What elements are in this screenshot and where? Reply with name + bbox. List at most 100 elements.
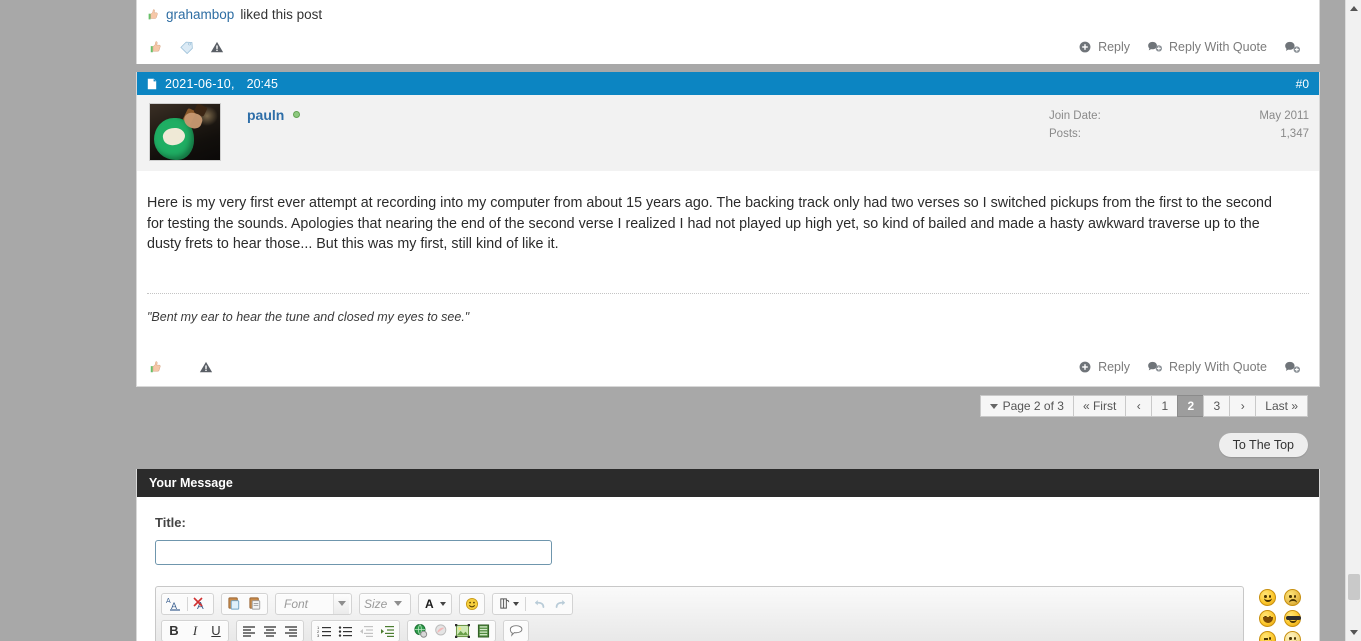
redo-icon[interactable] — [550, 595, 570, 613]
italic-icon[interactable]: I — [185, 622, 205, 640]
post-icon — [147, 78, 157, 90]
underline-icon[interactable]: U — [206, 622, 226, 640]
paste-from-word-icon[interactable] — [245, 595, 265, 613]
insert-quote-icon[interactable] — [506, 622, 526, 640]
multiquote-icon — [1284, 40, 1301, 55]
online-status-icon — [292, 111, 300, 118]
author-stats: Join Date: May 2011 Posts: 1,347 — [1049, 103, 1309, 161]
emoji-cool[interactable] — [1284, 610, 1301, 627]
author-block: pauln — [247, 103, 300, 161]
prev-page-button[interactable]: ‹ — [1125, 395, 1152, 417]
page-button-1[interactable]: 1 — [1151, 395, 1178, 417]
stat-row: Posts: 1,347 — [1049, 125, 1309, 143]
post-header: 2021-06-10, 20:45 #0 — [137, 72, 1319, 95]
font-dropdown-label: Font — [284, 596, 309, 611]
scrollbar-thumb[interactable] — [1348, 574, 1360, 600]
last-page-button[interactable]: Last » — [1255, 395, 1308, 417]
emoji-pale-smile[interactable] — [1284, 631, 1301, 641]
quote-icon — [1147, 40, 1163, 54]
paste-icon[interactable] — [224, 595, 244, 613]
report-icon[interactable] — [199, 360, 213, 374]
insert-link-icon[interactable] — [410, 622, 430, 640]
your-message-header: Your Message — [137, 469, 1319, 497]
emoji-grin[interactable] — [1259, 610, 1276, 627]
outdent-icon[interactable] — [356, 622, 376, 640]
unlink-icon[interactable] — [431, 622, 451, 640]
post-time: 20:45 — [246, 76, 278, 91]
pagination: Page 2 of 3 « First ‹ 1 2 3 › Last » — [979, 395, 1308, 417]
first-page-button[interactable]: « First — [1072, 395, 1126, 417]
chevron-down-icon — [391, 594, 405, 614]
align-center-icon[interactable] — [260, 622, 280, 640]
post-number[interactable]: #0 — [1296, 77, 1309, 91]
your-message-panel: Your Message Title: A A A Font Size A B … — [136, 469, 1320, 641]
page-root: grahambop liked this post Reply Reply Wi… — [0, 0, 1361, 641]
text-color-icon[interactable]: A — [421, 595, 449, 613]
switch-editor-mode-icon[interactable]: A A — [164, 595, 184, 613]
reply-with-quote-button[interactable]: Reply With Quote — [1147, 40, 1267, 54]
reply-button[interactable]: Reply — [1078, 40, 1130, 54]
multiquote-button[interactable] — [1284, 360, 1301, 375]
editor-group-insert — [407, 619, 496, 641]
reply-label: Reply — [1098, 40, 1131, 54]
like-notice-text: liked this post — [240, 6, 323, 22]
indent-icon[interactable] — [377, 622, 397, 640]
undo-icon[interactable] — [529, 595, 549, 613]
pagination-wrapper: Page 2 of 3 « First ‹ 1 2 3 › Last » — [136, 387, 1320, 417]
editor-group-basic-format: B I U — [161, 619, 229, 641]
reply-button[interactable]: Reply — [1078, 360, 1130, 374]
editor-group-quote — [503, 619, 529, 641]
editor-group-paste — [221, 592, 268, 615]
size-dropdown-label: Size — [364, 596, 388, 611]
unordered-list-icon[interactable] — [335, 622, 355, 640]
multiquote-button[interactable] — [1284, 40, 1301, 55]
author-username[interactable]: pauln — [247, 107, 284, 123]
remove-formatting-icon[interactable]: A — [191, 595, 211, 613]
quote-icon — [1147, 360, 1163, 374]
insert-video-icon[interactable] — [473, 622, 493, 640]
like-icon[interactable] — [149, 40, 163, 54]
emoji-smile[interactable] — [1259, 589, 1276, 606]
svg-text:3: 3 — [317, 633, 320, 637]
post-signature: "Bent my ear to hear the tune and closed… — [147, 310, 470, 324]
next-page-button[interactable]: › — [1229, 395, 1256, 417]
font-dropdown[interactable]: Font — [275, 592, 352, 615]
attachment-icon[interactable] — [495, 595, 522, 613]
emoji-frown[interactable] — [1284, 589, 1301, 606]
reply-label: Reply — [1098, 360, 1131, 374]
insert-image-icon[interactable] — [452, 622, 472, 640]
smilie-icon[interactable] — [462, 595, 482, 613]
browser-scrollbar[interactable] — [1345, 0, 1361, 641]
reply-with-quote-label: Reply With Quote — [1169, 360, 1267, 374]
bold-icon[interactable]: B — [164, 622, 184, 640]
reply-icon — [1078, 40, 1092, 54]
scroll-up-arrow-icon[interactable] — [1346, 0, 1361, 17]
size-dropdown[interactable]: Size — [359, 592, 411, 615]
title-input[interactable] — [155, 540, 552, 565]
chevron-down-icon — [989, 403, 998, 409]
previous-post-footer: grahambop liked this post Reply Reply Wi… — [136, 0, 1320, 64]
forum-content-column: grahambop liked this post Reply Reply Wi… — [136, 0, 1320, 641]
align-right-icon[interactable] — [281, 622, 301, 640]
like-notice-user[interactable]: grahambop — [166, 7, 234, 22]
report-icon[interactable] — [210, 40, 224, 54]
post-date: 2021-06-10, — [165, 76, 235, 91]
page-jump-button[interactable]: Page 2 of 3 — [979, 395, 1073, 417]
stat-value: 1,347 — [1280, 128, 1309, 140]
stat-key: Join Date: — [1049, 110, 1101, 122]
editor-group-attach — [492, 592, 573, 615]
like-notice: grahambop liked this post — [137, 0, 1319, 26]
page-button-3[interactable]: 3 — [1203, 395, 1230, 417]
avatar[interactable] — [149, 103, 221, 161]
to-the-top-wrapper: To The Top — [136, 417, 1320, 457]
scroll-down-arrow-icon[interactable] — [1346, 624, 1361, 641]
align-left-icon[interactable] — [239, 622, 259, 640]
reply-with-quote-button[interactable]: Reply With Quote — [1147, 360, 1267, 374]
page-button-2[interactable]: 2 — [1177, 395, 1204, 417]
reply-icon — [1078, 360, 1092, 374]
emoji-wink[interactable] — [1259, 631, 1276, 641]
like-icon[interactable] — [149, 360, 163, 374]
tag-icon[interactable] — [179, 40, 194, 55]
ordered-list-icon[interactable]: 1 2 3 — [314, 622, 334, 640]
to-the-top-button[interactable]: To The Top — [1218, 433, 1308, 457]
